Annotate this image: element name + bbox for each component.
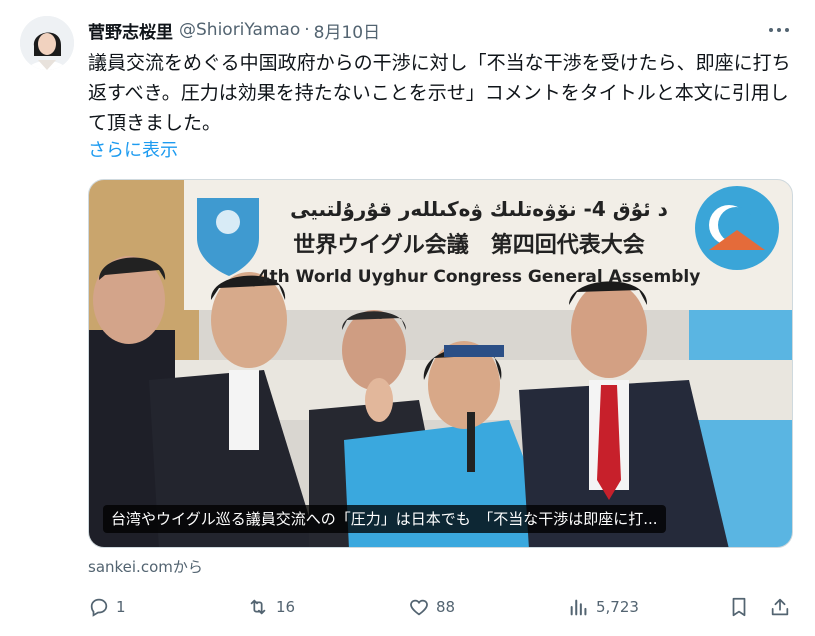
views-icon bbox=[570, 599, 587, 616]
banner-en-text: 4th World Uyghur Congress General Assemb… bbox=[258, 267, 701, 287]
reply-button[interactable]: 1 bbox=[88, 592, 126, 622]
show-more-link[interactable]: さらに表示 bbox=[88, 136, 178, 162]
post-text: 議員交流をめぐる中国政府からの干渉に対し「不当な干渉を受けたら、即座に打ち返すべ… bbox=[88, 52, 791, 134]
views-button[interactable]: 5,723 bbox=[568, 592, 639, 622]
reply-count: 1 bbox=[116, 598, 126, 616]
repost-icon bbox=[250, 599, 266, 615]
card-source[interactable]: sankei.comから bbox=[88, 556, 203, 577]
separator-dot: · bbox=[304, 20, 310, 40]
share-button[interactable] bbox=[769, 592, 797, 622]
link-card[interactable]: د ئۇق 4- نۆۋەتلىك ۋەكىللەر قۇرۇلتىيى 世界ウ… bbox=[88, 179, 793, 548]
card-photo: د ئۇق 4- نۆۋەتلىك ۋەكىللەر قۇرۇلتىيى 世界ウ… bbox=[89, 180, 792, 547]
reply-icon bbox=[90, 598, 108, 617]
card-caption[interactable]: 台湾やウイグル巡る議員交流への「圧力」は日本でも 「不当な干渉は即座に打... bbox=[103, 505, 666, 533]
more-icon[interactable] bbox=[767, 20, 791, 40]
banner-uyghur-text: د ئۇق 4- نۆۋەتلىك ۋەكىللەر قۇرۇلتىيى bbox=[290, 197, 668, 221]
like-count: 88 bbox=[436, 598, 456, 616]
share-icon bbox=[771, 598, 789, 616]
post-header: 菅野志桜里 @ShioriYamao · 8月10日 bbox=[88, 18, 380, 43]
author-name[interactable]: 菅野志桜里 bbox=[88, 18, 173, 43]
bookmark-icon bbox=[732, 597, 746, 617]
author-handle[interactable]: @ShioriYamao bbox=[179, 20, 300, 40]
post-date[interactable]: 8月10日 bbox=[314, 18, 380, 43]
author-avatar[interactable] bbox=[20, 16, 74, 70]
views-count: 5,723 bbox=[596, 598, 639, 616]
action-bar: 1 16 88 5,723 bbox=[88, 592, 793, 622]
repost-button[interactable]: 16 bbox=[246, 592, 295, 622]
repost-count: 16 bbox=[276, 598, 296, 616]
like-button[interactable]: 88 bbox=[408, 592, 455, 622]
heart-icon bbox=[410, 599, 428, 616]
bookmark-button[interactable] bbox=[728, 592, 756, 622]
banner-jp-text: 世界ウイグル会議 第四回代表大会 bbox=[293, 232, 645, 258]
